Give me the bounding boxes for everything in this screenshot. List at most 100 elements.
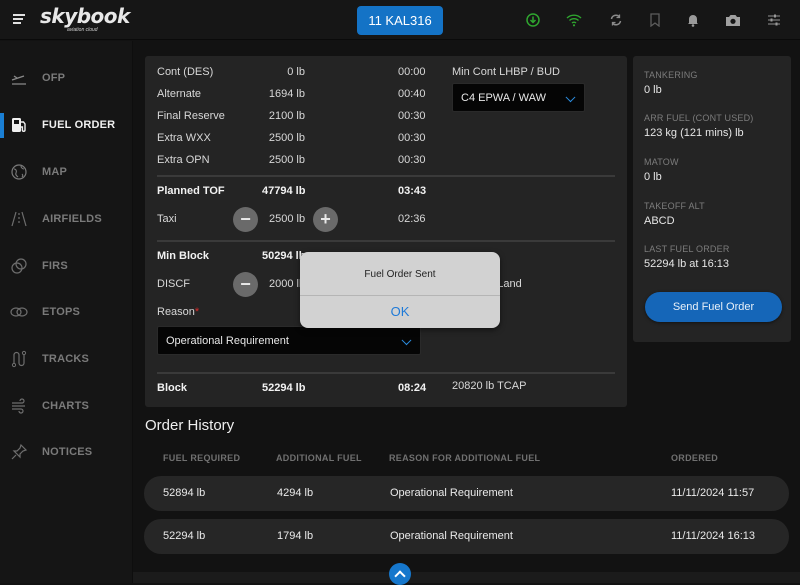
sidebar-item-firs[interactable]: FIRS [0, 246, 133, 286]
table-row[interactable]: 52894 lb 4294 lb Operational Requirement… [144, 476, 789, 511]
taxi-decrease-button[interactable]: − [233, 207, 258, 232]
scroll-to-top-button[interactable] [389, 563, 411, 585]
takeoff-alt-value: ABCD [644, 215, 675, 227]
reason-value: Operational Requirement [166, 334, 289, 347]
logo-tagline: aviation cloud [67, 27, 98, 33]
reason-label: Reason* [157, 306, 199, 318]
fuel-row-label: Cont (DES) [157, 66, 214, 78]
arr-fuel-value: 123 kg (121 mins) lb [644, 127, 744, 139]
fuel-row-amount: 2500 lb [268, 154, 305, 166]
cell-additional-fuel: 4294 lb [277, 487, 314, 499]
taxi-increase-button[interactable]: + [313, 207, 338, 232]
arr-fuel-label: ARR FUEL (CONT USED) [644, 113, 754, 123]
last-fuel-order-value: 52294 lb at 16:13 [644, 258, 730, 270]
min-cont-label: Min Cont LHBP / BUD [452, 66, 561, 78]
min-cont-select[interactable]: C4 EPWA / WAW [452, 83, 585, 112]
sidebar-item-ofp[interactable]: OFP [0, 58, 133, 98]
fuel-row-label: Extra WXX [157, 132, 211, 144]
top-bar: skybook aviation cloud 11 KAL316 [0, 0, 800, 40]
tankering-label: TANKERING [644, 70, 698, 80]
last-fuel-order-label: LAST FUEL ORDER [644, 244, 730, 254]
taxi-label: Taxi [157, 213, 177, 225]
dialog-title: Fuel Order Sent [364, 269, 436, 280]
fuel-row-amount: 2500 lb [268, 132, 305, 144]
fuel-order-sent-dialog: Fuel Order Sent OK [300, 252, 500, 328]
cell-ordered: 11/11/2024 16:13 [671, 530, 756, 542]
fuel-row-label: Extra OPN [157, 154, 210, 166]
min-cont-value: C4 EPWA / WAW [461, 91, 546, 104]
fuel-row-time: 00:30 [398, 132, 426, 144]
min-block-amount: 50294 lb [262, 250, 306, 262]
sidebar-item-map[interactable]: MAP [0, 152, 133, 192]
divider [157, 240, 615, 242]
sidebar-item-fuel-order[interactable]: FUEL ORDER [0, 105, 133, 145]
reason-label-text: Reason [157, 306, 195, 318]
sidebar-item-label: MAP [42, 166, 68, 178]
chevron-down-icon [401, 334, 412, 345]
bookmark-icon[interactable] [645, 10, 665, 30]
fuel-row-amount: 1694 lb [268, 88, 305, 100]
globe-icon [11, 164, 27, 180]
flight-selector-button[interactable]: 11 KAL316 [357, 6, 443, 35]
sidebar-item-label: FUEL ORDER [42, 119, 116, 131]
block-time: 08:24 [398, 382, 427, 394]
sliders-icon[interactable] [764, 10, 784, 30]
table-row[interactable]: 52294 lb 1794 lb Operational Requirement… [144, 519, 789, 554]
sidebar-item-label: TRACKS [42, 353, 90, 365]
etops-icon [10, 307, 28, 317]
cell-reason: Operational Requirement [390, 530, 513, 542]
reason-select[interactable]: Operational Requirement [157, 326, 421, 355]
pin-icon [11, 443, 28, 460]
fuel-row-label: Alternate [157, 88, 202, 100]
planned-tof-label: Planned TOF [157, 185, 225, 197]
required-marker: * [194, 306, 200, 318]
bottom-bar [133, 572, 800, 583]
sidebar-item-airfields[interactable]: AIRFIELDS [0, 199, 133, 239]
sidebar-item-label: ETOPS [42, 306, 81, 318]
sync-icon[interactable] [606, 10, 626, 30]
cell-ordered: 11/11/2024 11:57 [671, 487, 755, 499]
min-block-label: Min Block [157, 250, 209, 262]
sidebar-item-charts[interactable]: CHARTS [0, 386, 133, 426]
column-header-additional-fuel: ADDITIONAL FUEL [276, 453, 362, 463]
divider [157, 372, 615, 374]
camera-icon[interactable] [723, 10, 743, 30]
wifi-icon [564, 10, 584, 30]
sidebar-item-label: AIRFIELDS [42, 213, 102, 225]
menu-icon[interactable] [13, 14, 25, 24]
cell-additional-fuel: 1794 lb [277, 530, 314, 542]
divider [157, 175, 615, 177]
bell-icon[interactable] [683, 10, 703, 30]
taxi-time: 02:36 [398, 213, 426, 225]
tankering-value: 0 lb [644, 84, 662, 96]
ok-button[interactable]: OK [300, 296, 500, 328]
fuel-row-time: 00:40 [398, 88, 426, 100]
wind-icon [12, 398, 25, 414]
sidebar-item-notices[interactable]: NOTICES [0, 432, 133, 472]
fuel-row-amount: 2100 lb [268, 110, 305, 122]
logo: skybook aviation cloud [40, 4, 130, 33]
fuel-row-amount: 0 lb [287, 66, 305, 78]
fuel-pump-icon [12, 118, 26, 132]
plane-takeoff-icon [11, 75, 26, 85]
cell-fuel-required: 52894 lb [163, 487, 206, 499]
matow-value: 0 lb [644, 171, 662, 183]
block-tcap: 20820 lb TCAP [452, 380, 527, 392]
taxi-amount: 2500 lb [269, 213, 306, 225]
planned-tof-time: 03:43 [398, 185, 427, 197]
discf-decrease-button[interactable]: − [233, 272, 258, 297]
column-header-ordered: ORDERED [671, 453, 719, 463]
column-header-reason: REASON FOR ADDITIONAL FUEL [389, 453, 541, 463]
fuel-row-time: 00:30 [398, 110, 426, 122]
block-amount: 52294 lb [262, 382, 306, 394]
fuel-info-panel: TANKERING 0 lb ARR FUEL (CONT USED) 123 … [633, 56, 791, 342]
sidebar-item-etops[interactable]: ETOPS [0, 292, 133, 332]
send-fuel-order-button[interactable]: Send Fuel Order [645, 292, 782, 322]
fuel-row-time: 00:00 [398, 66, 426, 78]
logo-text: skybook [40, 4, 130, 28]
discf-label: DISCF [157, 278, 190, 290]
sidebar-item-tracks[interactable]: TRACKS [0, 339, 133, 379]
matow-label: MATOW [644, 157, 679, 167]
column-header-fuel-required: FUEL REQUIRED [163, 453, 241, 463]
download-icon[interactable] [523, 10, 543, 30]
